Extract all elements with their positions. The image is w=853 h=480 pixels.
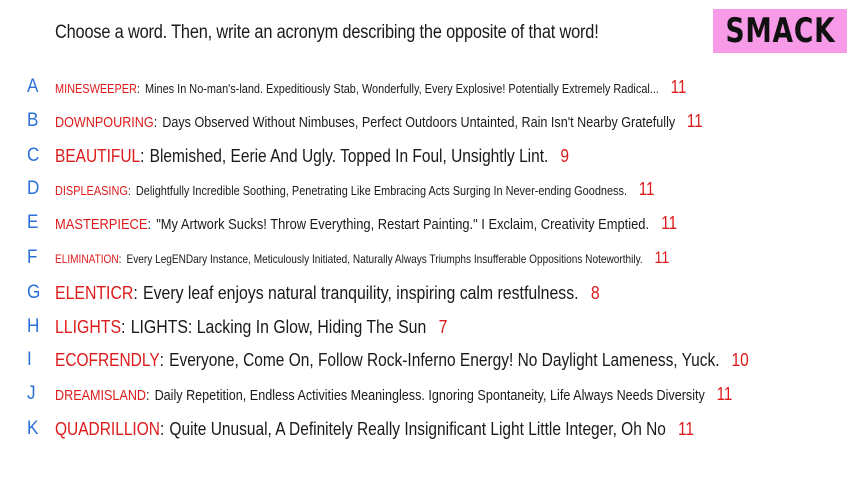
row-acronym: Delightfully Incredible Soothing, Penetr…	[135, 182, 628, 198]
row-acronym: Everyone, Come On, Follow Rock-Inferno E…	[169, 349, 720, 370]
submission-row-g[interactable]: G ELENTICR: Every leaf enjoys natural tr…	[0, 280, 853, 306]
row-acronym: Mines In No-man's-land. Expeditiously St…	[144, 80, 659, 96]
row-content: QUADRILLION: Quite Unusual, A Definitely…	[55, 419, 694, 440]
row-letter: F	[27, 247, 38, 268]
row-word: MASTERPIECE	[55, 215, 148, 233]
row-score: 11	[654, 248, 670, 267]
submission-row-i[interactable]: I ECOFRENDLY: Everyone, Come On, Follow …	[0, 347, 853, 373]
row-acronym: Quite Unusual, A Definitely Really Insig…	[169, 418, 666, 439]
row-word: ELIMINATION	[55, 252, 119, 266]
row-word: DREAMISLAND	[55, 386, 147, 404]
row-content: MASTERPIECE: "My Artwork Sucks! Throw Ev…	[55, 213, 677, 234]
row-letter: B	[27, 110, 39, 131]
row-score: 11	[638, 178, 655, 199]
row-word: BEAUTIFUL	[55, 145, 141, 166]
row-score: 9	[560, 145, 569, 166]
submission-list: A MINESWEEPER: Mines In No-man's-land. E…	[0, 0, 853, 480]
row-content: ELENTICR: Every leaf enjoys natural tran…	[55, 283, 600, 304]
row-word: ECOFRENDLY	[55, 349, 160, 370]
row-colon: :	[153, 113, 158, 131]
row-acronym: Daily Repetition, Endless Activities Mea…	[154, 386, 705, 404]
row-colon: :	[136, 80, 140, 96]
row-letter: J	[27, 383, 36, 404]
submission-row-e[interactable]: E MASTERPIECE: "My Artwork Sucks! Throw …	[0, 210, 853, 236]
row-content: ELIMINATION: Every LegENDary Instance, M…	[55, 248, 669, 268]
row-colon: :	[121, 316, 126, 337]
row-content: LLIGHTS: LIGHTS: Lacking In Glow, Hiding…	[55, 317, 447, 338]
row-content: MINESWEEPER: Mines In No-man's-land. Exp…	[55, 77, 686, 98]
row-score: 8	[590, 282, 600, 303]
row-content: DREAMISLAND: Daily Repetition, Endless A…	[55, 384, 732, 405]
row-letter: K	[27, 418, 39, 439]
row-colon: :	[118, 252, 122, 266]
row-word: DOWNPOURING	[55, 113, 154, 131]
row-colon: :	[159, 349, 164, 370]
row-acronym: LIGHTS: Lacking In Glow, Hiding The Sun	[130, 316, 427, 337]
row-letter: C	[27, 145, 40, 166]
row-score: 11	[677, 418, 695, 439]
submission-row-c[interactable]: C BEAUTIFUL: Blemished, Eerie And Ugly. …	[0, 143, 853, 169]
row-letter: H	[27, 316, 40, 337]
row-letter: A	[27, 76, 39, 97]
row-word: MINESWEEPER	[55, 80, 137, 96]
row-acronym: Every LegENDary Instance, Meticulously I…	[126, 252, 643, 266]
row-letter: I	[27, 349, 32, 370]
row-letter: D	[27, 178, 40, 199]
row-word: ELENTICR	[55, 282, 134, 303]
row-word: QUADRILLION	[55, 418, 160, 439]
row-word: LLIGHTS	[55, 316, 122, 337]
row-acronym: Days Observed Without Nimbuses, Perfect …	[162, 113, 676, 131]
row-score: 7	[438, 316, 448, 337]
row-score: 11	[716, 383, 733, 404]
row-score: 11	[661, 212, 678, 233]
row-score: 10	[731, 349, 749, 370]
row-word: DISPLEASING	[55, 182, 128, 198]
submission-row-d[interactable]: D DISPLEASING: Delightfully Incredible S…	[0, 176, 853, 202]
row-colon: :	[159, 418, 165, 439]
row-content: BEAUTIFUL: Blemished, Eerie And Ugly. To…	[55, 146, 569, 167]
submission-row-a[interactable]: A MINESWEEPER: Mines In No-man's-land. E…	[0, 74, 853, 100]
submission-row-j[interactable]: J DREAMISLAND: Daily Repetition, Endless…	[0, 381, 853, 407]
row-letter: G	[27, 282, 41, 303]
row-colon: :	[133, 282, 138, 303]
row-score: 11	[686, 110, 703, 131]
submission-row-f[interactable]: F ELIMINATION: Every LegENDary Instance,…	[0, 245, 853, 271]
row-colon: :	[140, 145, 145, 166]
row-colon: :	[127, 182, 131, 198]
row-colon: :	[147, 215, 152, 233]
row-content: DISPLEASING: Delightfully Incredible Soo…	[55, 179, 654, 200]
submission-row-b[interactable]: B DOWNPOURING: Days Observed Without Nim…	[0, 108, 853, 134]
row-content: DOWNPOURING: Days Observed Without Nimbu…	[55, 111, 703, 132]
row-content: ECOFRENDLY: Everyone, Come On, Follow Ro…	[55, 350, 749, 371]
row-acronym: Every leaf enjoys natural tranquility, i…	[143, 282, 579, 303]
row-colon: :	[146, 386, 150, 404]
submission-row-k[interactable]: K QUADRILLION: Quite Unusual, A Definite…	[0, 416, 853, 442]
row-letter: E	[27, 212, 39, 233]
row-acronym: Blemished, Eerie And Ugly. Topped In Fou…	[149, 145, 549, 166]
row-score: 11	[670, 76, 687, 97]
row-acronym: "My Artwork Sucks! Throw Everything, Res…	[156, 215, 650, 233]
submission-row-h[interactable]: H LLIGHTS: LIGHTS: Lacking In Glow, Hidi…	[0, 314, 853, 340]
